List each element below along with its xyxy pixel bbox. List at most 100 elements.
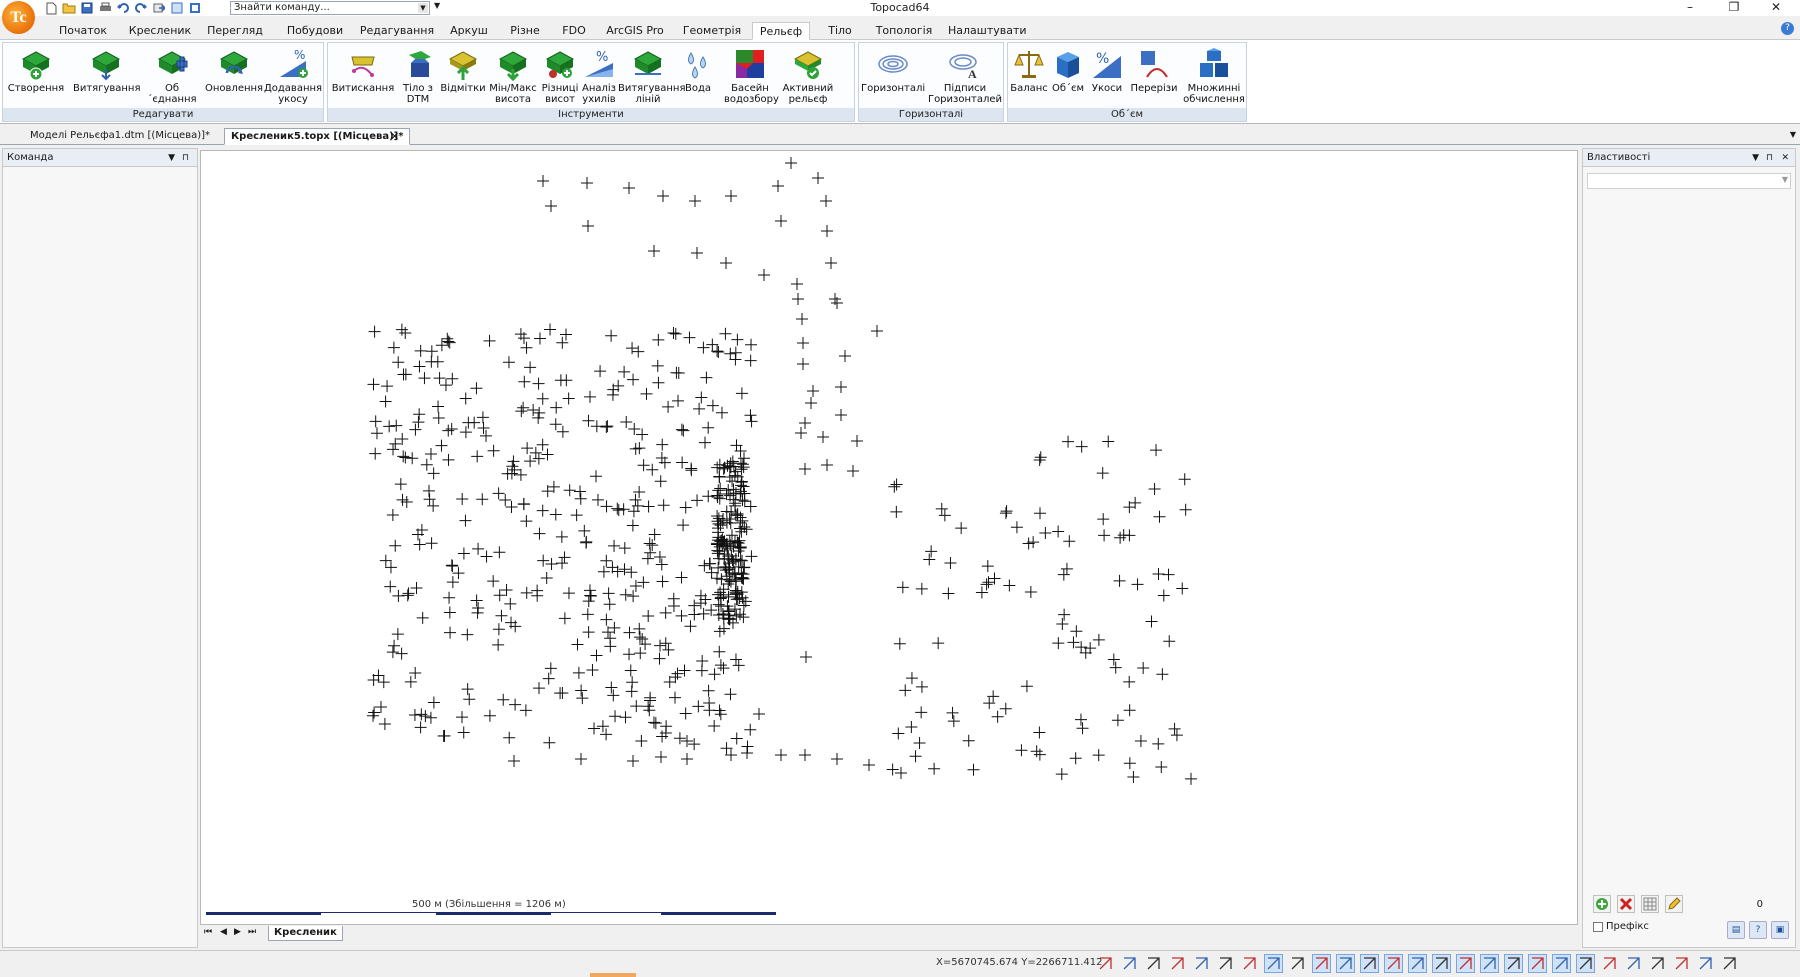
survey-point[interactable] [424,448,437,461]
survey-point[interactable] [602,587,615,600]
survey-point[interactable] [1131,578,1144,591]
survey-point[interactable] [493,546,506,559]
survey-point[interactable] [425,345,438,358]
ribbon-button-1-3[interactable]: Об´єднання [141,47,203,107]
survey-point[interactable] [905,721,918,734]
first-layout-icon[interactable]: ⏮ [204,927,212,937]
survey-point[interactable] [683,331,696,344]
survey-point[interactable] [606,388,619,401]
survey-point[interactable] [672,366,685,379]
survey-point[interactable] [706,399,719,412]
survey-point[interactable] [537,175,549,187]
survey-point[interactable] [729,353,742,366]
survey-point[interactable] [581,608,594,621]
survey-point[interactable] [725,190,737,202]
survey-point[interactable] [817,431,829,443]
survey-point[interactable] [578,524,591,537]
ribbon-button-2-6[interactable]: % Аналіз ухилів [582,47,616,107]
survey-point[interactable] [895,767,907,779]
survey-point[interactable] [396,433,409,446]
survey-point[interactable] [456,493,469,506]
survey-point[interactable] [410,582,423,595]
survey-point[interactable] [1134,734,1147,747]
survey-point[interactable] [459,392,472,405]
survey-point[interactable] [427,499,440,512]
survey-point[interactable] [517,401,530,414]
ribbon-tab-11[interactable]: Рельєф [752,22,810,40]
survey-point[interactable] [459,426,472,439]
survey-point[interactable] [591,493,604,506]
survey-point[interactable] [648,245,660,257]
survey-point[interactable] [821,225,833,237]
survey-point[interactable] [558,551,571,564]
survey-point[interactable] [702,684,715,697]
survey-point[interactable] [1123,757,1136,770]
survey-point[interactable] [580,535,593,548]
survey-point[interactable] [799,749,811,761]
survey-point[interactable] [456,711,469,724]
minimize-button[interactable]: – [1670,0,1710,16]
survey-point[interactable] [1060,562,1073,575]
survey-point[interactable] [1039,526,1052,539]
snap-mode-icon[interactable] [1096,954,1115,973]
survey-point[interactable] [655,751,667,763]
survey-point[interactable] [1162,568,1175,581]
survey-point[interactable] [700,371,713,384]
survey-point[interactable] [1179,503,1192,516]
survey-point[interactable] [378,717,391,730]
survey-point[interactable] [890,505,903,518]
survey-point[interactable] [679,707,692,720]
survey-point[interactable] [1145,615,1158,628]
survey-point[interactable] [369,415,382,428]
survey-point[interactable] [633,485,646,498]
survey-point[interactable] [657,499,670,512]
survey-point[interactable] [639,638,652,651]
survey-point[interactable] [632,345,645,358]
survey-point[interactable] [636,632,649,645]
survey-point[interactable] [623,182,635,194]
survey-point[interactable] [395,323,408,336]
survey-point[interactable] [648,528,661,541]
survey-point[interactable] [655,558,668,571]
survey-point[interactable] [652,333,665,346]
survey-point[interactable] [519,704,532,717]
survey-point[interactable] [619,711,632,724]
survey-point[interactable] [584,590,597,603]
window-icon[interactable] [1696,954,1715,973]
survey-point[interactable] [520,586,533,599]
survey-point[interactable] [737,611,750,624]
survey-point[interactable] [618,542,631,555]
survey-point[interactable] [637,576,650,589]
survey-point[interactable] [835,381,847,393]
survey-point[interactable] [698,559,711,572]
survey-point[interactable] [459,514,472,527]
survey-point[interactable] [588,722,601,735]
doc-tab-drawing[interactable]: Кресленик5.topx [(Місцева)]* [224,128,411,145]
survey-point[interactable] [500,584,513,597]
survey-point[interactable] [600,728,613,741]
survey-point[interactable] [487,575,500,588]
ribbon-button-4-4[interactable]: Перерізи [1128,47,1180,107]
survey-point[interactable] [629,442,642,455]
survey-point[interactable] [504,597,517,610]
survey-point[interactable] [575,753,587,765]
survey-point[interactable] [377,676,390,689]
survey-point[interactable] [699,436,712,449]
survey-point[interactable] [635,734,648,747]
survey-point[interactable] [1170,729,1183,742]
survey-point[interactable] [476,493,489,506]
survey-point[interactable] [608,539,621,552]
ribbon-button-2-5[interactable]: Різниці висот [540,47,580,107]
survey-point[interactable] [720,257,732,269]
survey-point[interactable] [633,442,646,455]
pin-icon[interactable]: ⊓ [1766,149,1773,167]
survey-point[interactable] [1063,535,1076,548]
survey-point[interactable] [1152,737,1165,750]
survey-point[interactable] [399,368,412,381]
survey-point[interactable] [688,738,701,751]
help-icon[interactable]: ? [1781,22,1794,35]
survey-point[interactable] [1123,675,1136,688]
survey-point[interactable] [617,503,630,516]
survey-point[interactable] [812,172,824,184]
survey-point[interactable] [821,459,833,471]
